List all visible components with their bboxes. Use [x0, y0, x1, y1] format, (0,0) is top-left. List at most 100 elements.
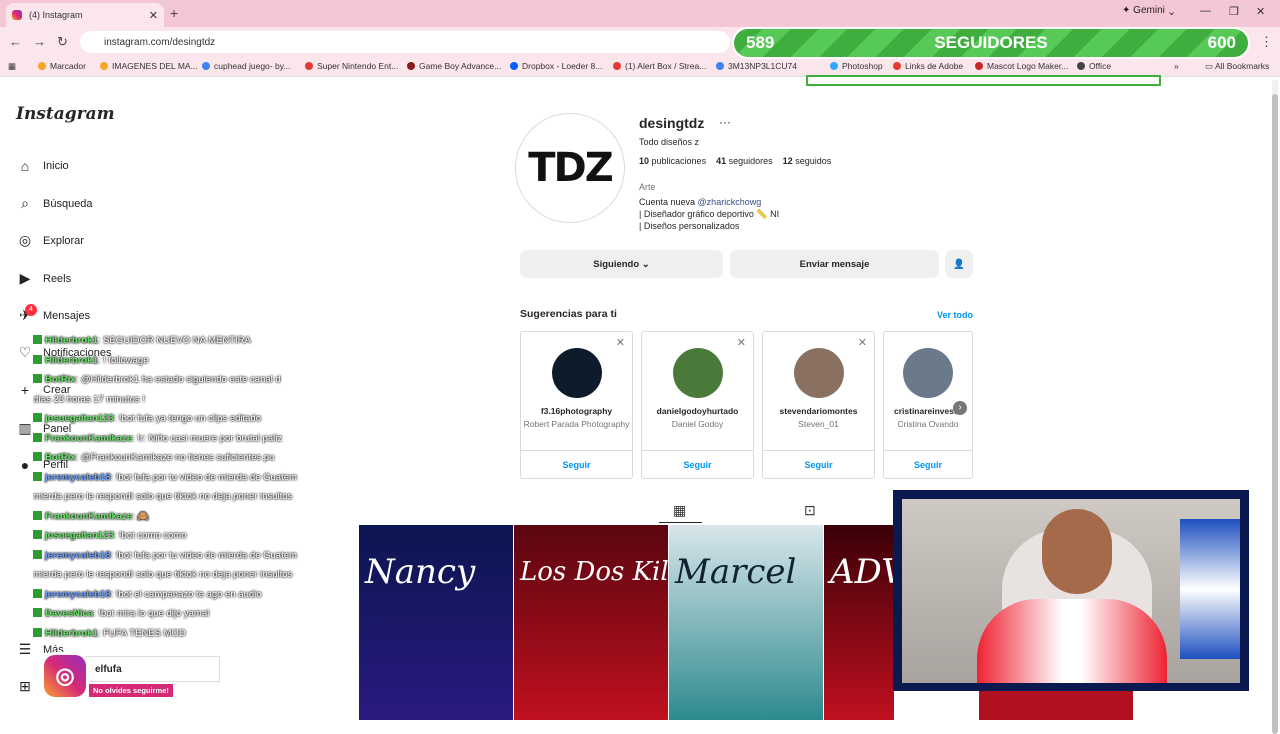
avatar-icon: ●: [20, 457, 30, 473]
bookmark[interactable]: Super Nintendo Ent...: [305, 61, 398, 71]
page-scrollbar[interactable]: [1272, 80, 1278, 734]
post-thumbnail[interactable]: Los Dos Killers: [514, 525, 668, 720]
add-user-icon[interactable]: 👤: [945, 250, 973, 278]
chat-line: josuegaitan123: !bot como como: [33, 529, 329, 542]
bookmark-label: Dropbox - Loeder 8...: [522, 61, 603, 71]
bookmark-label: Mascot Logo Maker...: [987, 61, 1069, 71]
chat-line: BotRix: @FrankounKamikaze no tienes sufi…: [33, 451, 329, 464]
post-thumbnail[interactable]: [979, 691, 1133, 720]
suggestion-avatar: [903, 348, 953, 398]
bookmark-label: (1) Alert Box / Strea...: [625, 61, 707, 71]
bookmark[interactable]: Office: [1077, 61, 1111, 71]
bookmark-label: Links de Adobe: [905, 61, 964, 71]
post-thumbnail[interactable]: Marcel: [669, 525, 823, 720]
post-title: Nancy: [365, 552, 476, 592]
post-thumbnail[interactable]: Nancy: [359, 525, 513, 720]
more-bookmarks-icon[interactable]: »: [1174, 61, 1179, 71]
instagram-logo[interactable]: Instagram: [16, 104, 115, 124]
instagram-logo-icon: ◎: [41, 652, 89, 700]
chat-line: FrankounKamikaze: !r: Niño casi muere po…: [33, 432, 329, 445]
bookmark[interactable]: (1) Alert Box / Strea...: [613, 61, 706, 71]
all-bookmarks[interactable]: ▭ All Bookmarks: [1205, 61, 1269, 72]
bookmark[interactable]: 3M13NP3L1CU74: [716, 61, 797, 71]
bookmark[interactable]: Game Boy Advance...: [407, 61, 501, 71]
chat-line: jeremycaleb18: !bot fufa por tu video de…: [33, 471, 329, 484]
follow-button[interactable]: Seguir: [763, 450, 874, 478]
bookmark[interactable]: cuphead juego- by...: [202, 61, 290, 71]
browser-menu-icon[interactable]: ⋮: [1260, 34, 1273, 50]
grid-tab-icon[interactable]: ▦: [673, 502, 686, 519]
tagged-tab-icon[interactable]: ⊡: [804, 502, 816, 519]
new-tab-icon[interactable]: +: [170, 5, 178, 21]
suggestion-avatar: [793, 348, 844, 398]
send-message-button[interactable]: Enviar mensaje: [730, 250, 939, 278]
post-title: ADVAQ: [830, 552, 894, 592]
browser-tab[interactable]: (4) Instagram ✕: [6, 3, 164, 27]
followers-link[interactable]: 41 seguidores: [716, 156, 773, 166]
profile-chevron-icon[interactable]: ⌄: [1167, 5, 1176, 18]
bio-mention-link[interactable]: @zharickchowg: [698, 197, 762, 207]
sidebar-item-label: Explorar: [43, 234, 84, 247]
search-icon: ⌕: [21, 195, 29, 211]
bookmark-label: IMAGENES DEL MA...: [112, 61, 198, 71]
following-link[interactable]: 12 seguidos: [783, 156, 832, 166]
bookmark-label: Office: [1089, 61, 1112, 71]
scrollbar-thumb[interactable]: [1272, 94, 1278, 734]
sidebar-item-label: Inicio: [43, 160, 69, 172]
suggestion-card[interactable]: ✕ f3.16photography Robert Parada Photograp…: [520, 331, 633, 479]
bookmark-label: cuphead juego- by...: [214, 61, 291, 71]
bookmark[interactable]: Mascot Logo Maker...: [975, 61, 1068, 71]
follow-me-label: No olvides seguirme!: [89, 684, 173, 697]
post-thumbnail[interactable]: ADVAQ: [824, 525, 894, 720]
suggestions-title: Sugerencias para ti: [520, 308, 617, 320]
webcam-overlay: [893, 490, 1249, 691]
sidebar-item-busqueda[interactable]: ⌕ Búsqueda: [16, 195, 92, 212]
dismiss-icon[interactable]: ✕: [737, 336, 746, 349]
post-title: Los Dos Killers: [520, 557, 668, 587]
next-arrow-icon[interactable]: ›: [953, 401, 967, 415]
chat-line: DavesNica: !bot mira lo que dijo yamal: [33, 607, 329, 620]
bookmark[interactable]: Dropbox - Loeder 8...: [510, 61, 602, 71]
forward-icon[interactable]: →: [33, 34, 46, 49]
profile-category: Arte: [639, 182, 656, 192]
follower-goal-label: SEGUIDORES: [934, 33, 1048, 52]
home-icon: ⌂: [20, 158, 30, 174]
suggestion-name: Robert Parada Photography: [523, 419, 630, 429]
sidebar-item-apps[interactable]: ⊞: [16, 678, 43, 695]
suggestion-username: stevendariomontes: [779, 406, 858, 416]
sidebar-item-reels[interactable]: ▶ Reels: [16, 270, 72, 287]
follow-button[interactable]: Seguir: [642, 450, 753, 478]
reload-icon[interactable]: ↻: [57, 34, 68, 50]
bio-line: | Diseñador gráfico deportivo 📏 NI: [639, 209, 780, 219]
maximize-icon[interactable]: ❐: [1229, 5, 1239, 18]
bookmark-label: Game Boy Advance...: [419, 61, 502, 71]
profile-bio: Cuenta nueva @zharickchowg | Diseñador g…: [639, 196, 779, 232]
chat-line: Hilderbrok1: ! followage: [33, 354, 329, 367]
profile-avatar[interactable]: TDZ: [515, 113, 625, 223]
sidebar-item-inicio[interactable]: ⌂ Inicio: [16, 158, 69, 174]
see-all-link[interactable]: Ver todo: [937, 310, 973, 320]
minimize-icon[interactable]: —: [1200, 5, 1211, 17]
apps-grid-icon[interactable]: ▦: [8, 61, 16, 72]
gemini-button[interactable]: ✦ Gemini: [1122, 5, 1165, 16]
goal-progress-outline: [806, 75, 1161, 86]
bookmark[interactable]: Marcador: [38, 61, 86, 71]
bookmark[interactable]: Links de Adobe: [893, 61, 963, 71]
sidebar-item-explorar[interactable]: ◎ Explorar: [16, 232, 84, 249]
webcam-feed: [902, 499, 1240, 683]
follow-button[interactable]: Seguir: [884, 450, 972, 478]
dismiss-icon[interactable]: ✕: [858, 336, 867, 349]
more-options-icon[interactable]: ···: [719, 115, 731, 129]
following-button[interactable]: Siguiendo ⌄: [520, 250, 723, 278]
back-icon[interactable]: ←: [9, 34, 22, 49]
suggestion-card[interactable]: ✕ danielgodoyhurtado Daniel Godoy Seguir: [641, 331, 754, 479]
close-window-icon[interactable]: ✕: [1256, 5, 1265, 18]
bookmark[interactable]: IMAGENES DEL MA...: [100, 61, 198, 71]
close-tab-icon[interactable]: ✕: [149, 9, 158, 22]
bookmark[interactable]: Photoshop: [830, 61, 883, 71]
suggestion-card[interactable]: ✕ stevendariomontes Steven_01 Seguir: [762, 331, 875, 479]
url-input[interactable]: instagram.com/desingtdz: [80, 31, 730, 53]
dismiss-icon[interactable]: ✕: [616, 336, 625, 349]
follow-button[interactable]: Seguir: [521, 450, 632, 478]
gemini-label: Gemini: [1133, 5, 1165, 16]
